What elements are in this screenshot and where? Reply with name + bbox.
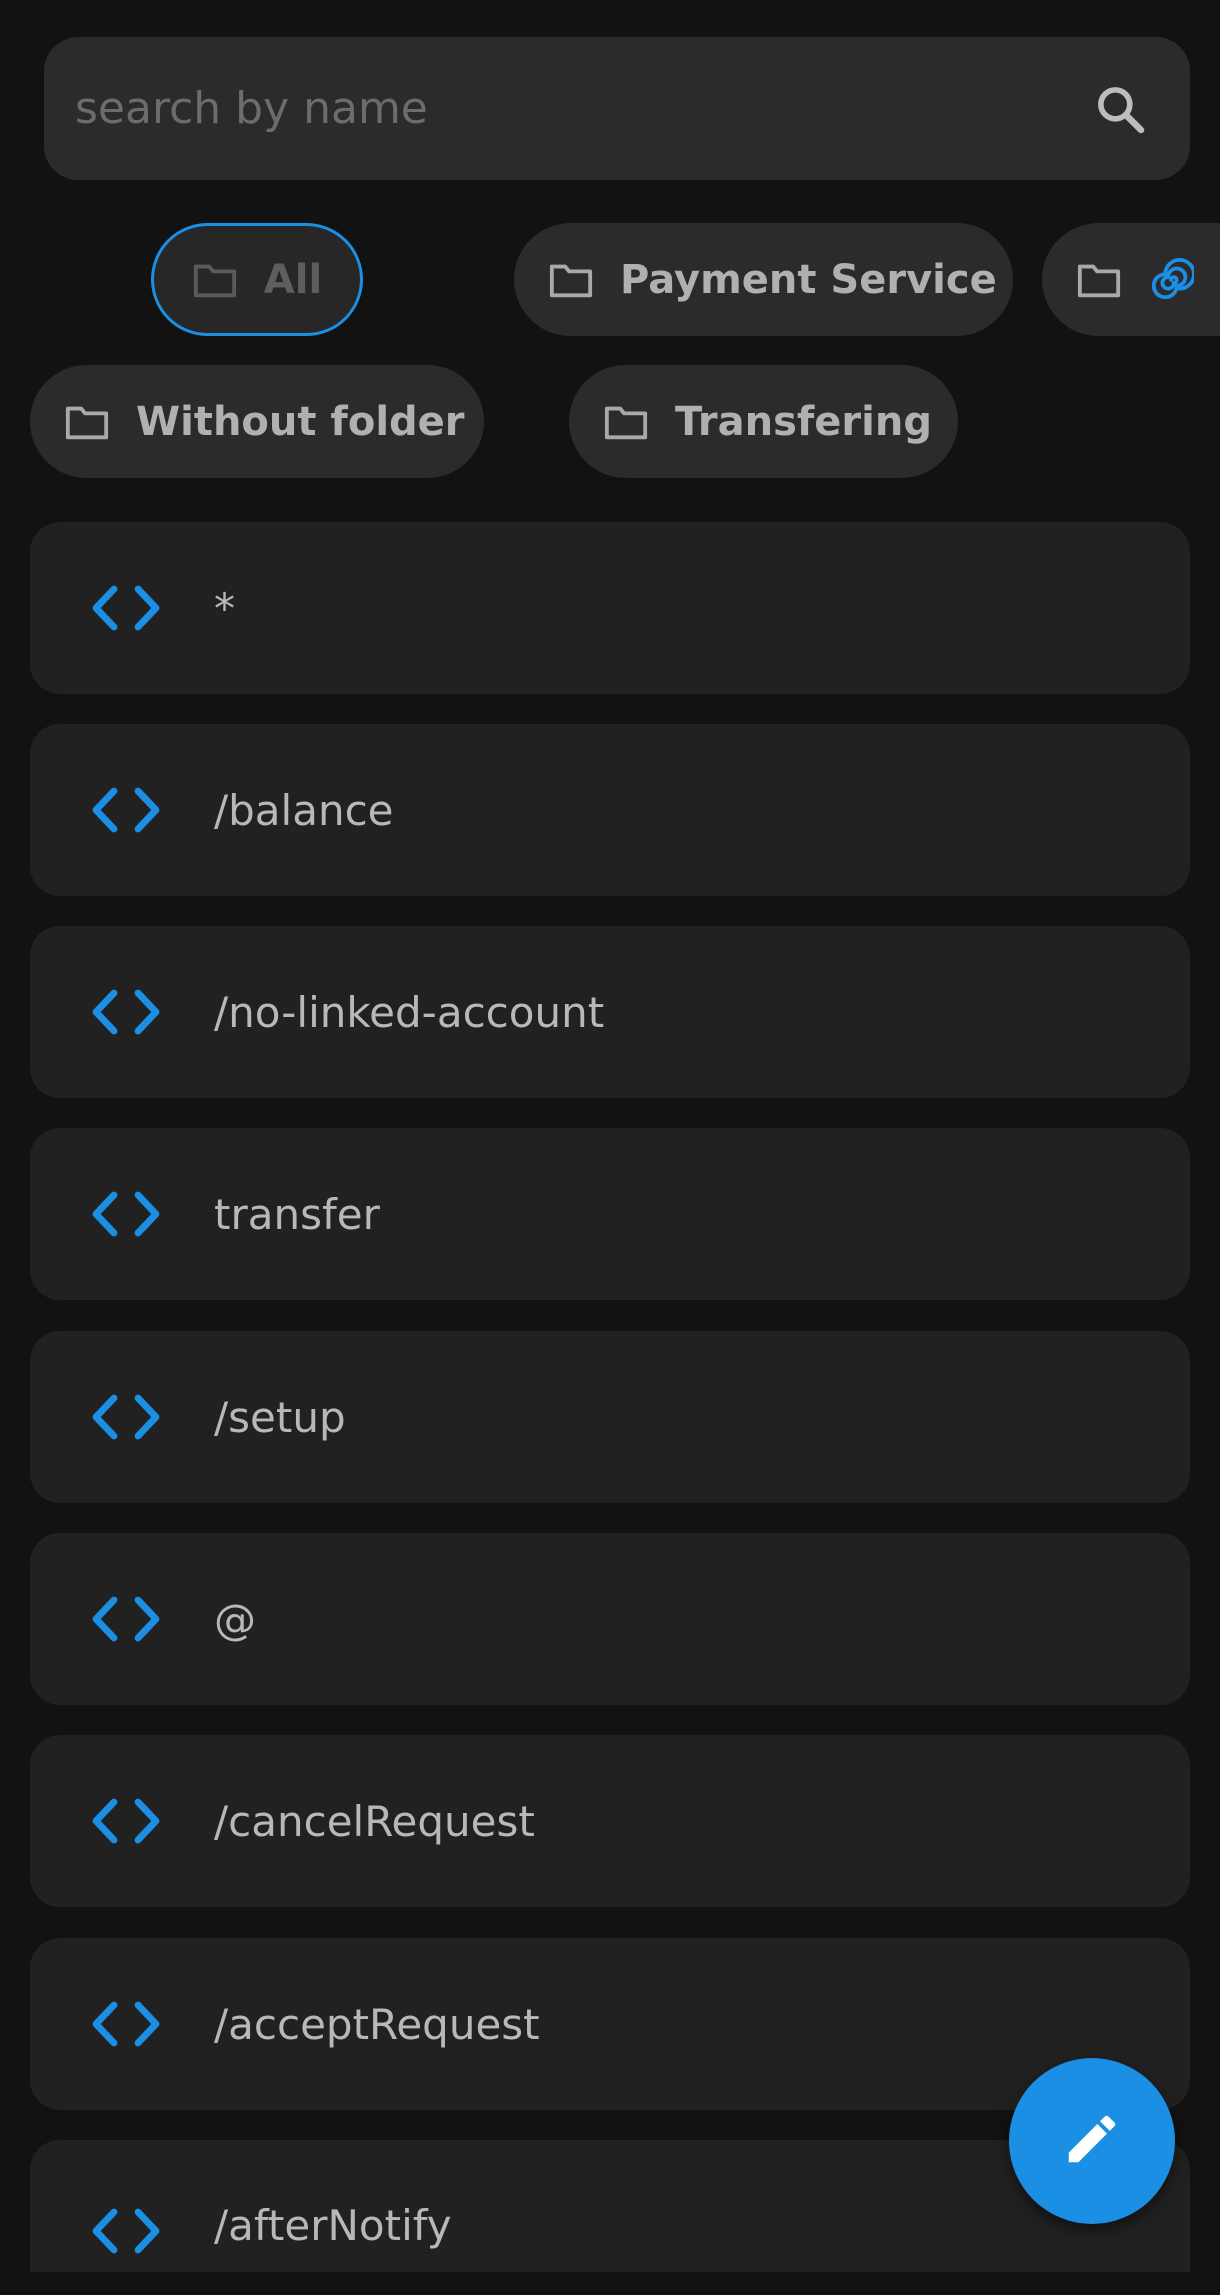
pencil-icon xyxy=(1061,2108,1123,2174)
folder-icon xyxy=(548,257,594,303)
list-item-label: /acceptRequest xyxy=(214,1999,540,2049)
folder-icon xyxy=(192,257,238,303)
code-icon xyxy=(86,1387,166,1447)
edit-fab-button[interactable] xyxy=(1009,2058,1175,2224)
folder-chip-label: Transfering xyxy=(675,398,932,445)
list-item-label: /afterNotify xyxy=(214,2201,452,2250)
search-input[interactable] xyxy=(75,83,1090,134)
folder-icon xyxy=(1076,257,1122,303)
folder-chip-spiral[interactable] xyxy=(1042,223,1220,336)
list-item-label: * xyxy=(214,583,235,633)
list-item[interactable]: /balance xyxy=(30,724,1190,896)
search-icon[interactable] xyxy=(1090,79,1150,139)
folder-chip-label: Payment Service xyxy=(620,256,997,303)
list-item[interactable]: /cancelRequest xyxy=(30,1735,1190,1907)
code-icon xyxy=(86,1791,166,1851)
code-icon xyxy=(86,780,166,840)
folder-chip-transfering[interactable]: Transfering xyxy=(569,365,958,478)
code-icon xyxy=(86,1184,166,1244)
code-icon xyxy=(86,578,166,638)
code-icon xyxy=(86,1589,166,1649)
list-item[interactable]: transfer xyxy=(30,1128,1190,1300)
list-item-label: /setup xyxy=(214,1392,346,1442)
folder-chip-label: Without folder xyxy=(136,398,465,445)
list-item-label: /no-linked-account xyxy=(214,987,605,1037)
folder-icon xyxy=(603,399,649,445)
list-item-label: /cancelRequest xyxy=(214,1796,535,1846)
folder-chip-all[interactable]: All xyxy=(151,223,363,336)
list-item[interactable]: /acceptRequest xyxy=(30,1938,1190,2110)
code-icon xyxy=(86,2201,166,2261)
list-item-label: /balance xyxy=(214,785,394,835)
search-bar xyxy=(44,37,1190,180)
list-item[interactable]: * xyxy=(30,522,1190,694)
spiral-icon xyxy=(1148,257,1194,303)
list-item[interactable]: /no-linked-account xyxy=(30,926,1190,1098)
list-item[interactable]: @ xyxy=(30,1533,1190,1705)
folder-chip-payment-service[interactable]: Payment Service xyxy=(514,223,1013,336)
code-icon xyxy=(86,1994,166,2054)
folder-icon xyxy=(64,399,110,445)
folder-chip-without-folder[interactable]: Without folder xyxy=(30,365,484,478)
folder-chip-label: All xyxy=(263,256,323,303)
list-item[interactable]: /setup xyxy=(30,1331,1190,1503)
list-item-label: transfer xyxy=(214,1189,380,1239)
list-item-label: @ xyxy=(214,1594,256,1644)
code-icon xyxy=(86,982,166,1042)
